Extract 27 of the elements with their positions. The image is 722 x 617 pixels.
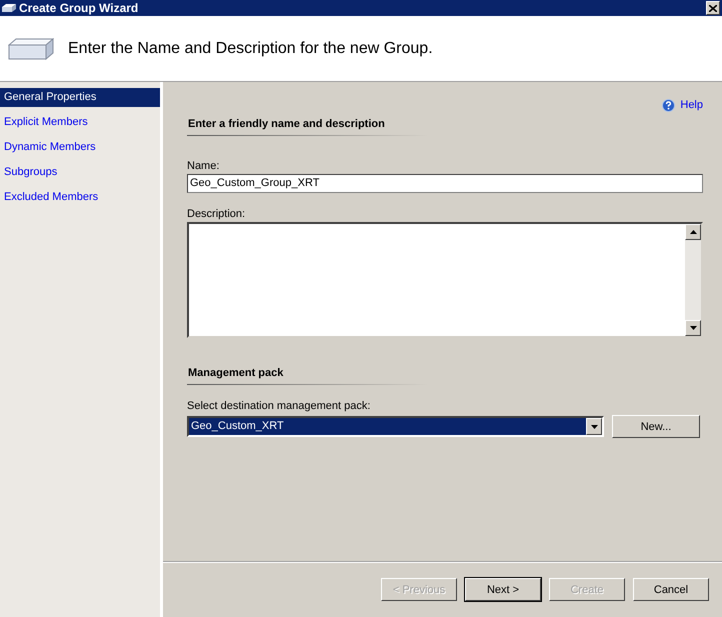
management-pack-label: Select destination management pack: <box>187 400 370 412</box>
dropdown-arrow-icon <box>590 424 598 428</box>
sidebar-item[interactable]: Excluded Members <box>0 188 160 207</box>
box-icon <box>8 38 54 60</box>
sidebar-item[interactable]: Explicit Members <box>0 113 160 132</box>
scroll-down-icon[interactable] <box>685 320 701 336</box>
management-pack-dropdown[interactable]: Geo_Custom_XRT <box>187 416 604 437</box>
wizard-button[interactable]: Cancel <box>633 578 709 601</box>
section-heading: Enter a friendly name and description <box>187 114 428 136</box>
sidebar-item[interactable]: Dynamic Members <box>0 138 160 157</box>
close-icon <box>709 4 717 12</box>
sidebar-item[interactable]: General Properties <box>0 88 160 107</box>
section-heading: Management pack <box>187 363 428 385</box>
close-button[interactable] <box>706 1 720 15</box>
scroll-up-icon[interactable] <box>685 224 701 240</box>
help-link[interactable]: Help <box>680 99 703 111</box>
window-icon <box>2 4 16 12</box>
window-title: Create Group Wizard <box>19 1 138 15</box>
sidebar-item[interactable]: Subgroups <box>0 163 160 182</box>
header-title: Enter the Name and Description for the new Group. <box>68 40 433 58</box>
new-button[interactable]: New... <box>612 415 700 438</box>
description-label: Description: <box>187 208 246 220</box>
help-icon[interactable] <box>662 98 676 112</box>
description-field[interactable] <box>187 222 703 338</box>
wizard-button[interactable]: Next > <box>465 578 541 601</box>
name-label: Name: <box>187 160 220 172</box>
name-field[interactable]: Geo_Custom_Group_XRT <box>187 174 703 193</box>
